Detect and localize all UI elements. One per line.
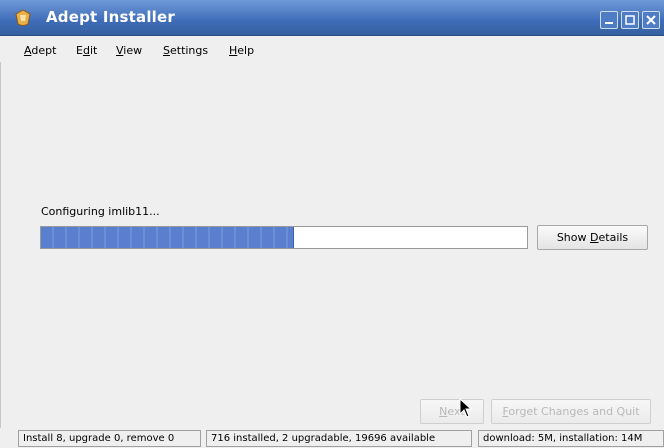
close-icon[interactable]: [642, 11, 660, 29]
progress-bar: 52%: [40, 226, 528, 249]
minimize-icon[interactable]: [600, 11, 618, 29]
window-title: Adept Installer: [46, 8, 175, 26]
status-bar: Install 8, upgrade 0, remove 0 716 insta…: [0, 428, 664, 448]
menu-adept-post: dept: [31, 44, 57, 57]
maximize-icon[interactable]: [621, 11, 639, 29]
menu-settings[interactable]: Settings: [163, 44, 208, 57]
menu-edit-pre: E: [76, 44, 83, 57]
progress-bar-fill: [41, 227, 294, 248]
next-button[interactable]: Next: [420, 399, 484, 424]
status-actions: Install 8, upgrade 0, remove 0: [18, 430, 201, 447]
title-bar[interactable]: Adept Installer: [0, 0, 664, 36]
menu-settings-post: ettings: [169, 44, 209, 57]
content-area: [0, 62, 664, 448]
forget-changes-button[interactable]: Forget Changes and Quit: [491, 399, 651, 424]
adept-app-icon[interactable]: [13, 8, 33, 28]
show-details-post: etails: [598, 231, 629, 244]
mouse-cursor-icon: [459, 397, 473, 421]
progress-label: Configuring imlib11...: [41, 205, 160, 218]
status-counts: 716 installed, 2 upgradable, 19696 avail…: [206, 430, 472, 447]
menu-bar: Adept Edit View Settings Help: [0, 36, 664, 62]
show-details-button[interactable]: Show Details: [537, 225, 648, 250]
show-details-pre: Show: [556, 231, 591, 244]
menu-help[interactable]: Help: [229, 44, 254, 57]
show-details-mnemonic: D: [590, 231, 599, 244]
status-sizes: download: 5M, installation: 14M: [478, 430, 664, 447]
menu-edit[interactable]: Edit: [76, 44, 97, 57]
menu-settings-mnemonic: S: [163, 44, 170, 57]
forget-post: orget Changes and Quit: [508, 405, 640, 418]
progress-percent: 52%: [309, 231, 336, 244]
menu-view-post: iew: [123, 44, 143, 57]
menu-edit-mnemonic: d: [82, 44, 90, 57]
menu-adept[interactable]: Adept: [24, 44, 56, 57]
menu-view[interactable]: View: [116, 44, 142, 57]
menu-help-post: elp: [237, 44, 255, 57]
menu-edit-post: it: [89, 44, 98, 57]
